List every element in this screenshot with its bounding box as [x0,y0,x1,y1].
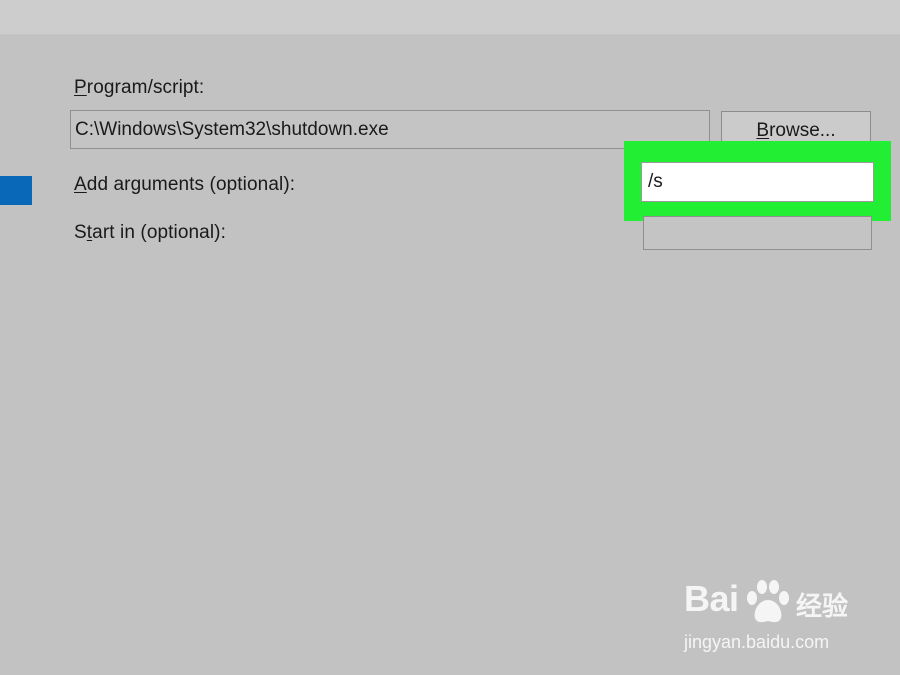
start-label-pre: S [74,222,87,243]
add-arguments-input[interactable]: /s [641,162,874,202]
start-in-label: Start in (optional): [74,222,226,244]
program-label-accelerator: P [74,77,87,98]
start-in-input[interactable] [643,216,872,250]
selected-tab-indicator [0,176,32,205]
baidu-jingyan-watermark: Bai 经验 jingyan.baidu.com [684,578,854,658]
watermark-logo-text: Bai [684,578,739,619]
add-arguments-label: Add arguments (optional): [74,174,295,196]
watermark-chinese-text: 经验 [796,591,849,621]
arguments-label-accelerator: A [74,174,87,195]
start-label-text: art in (optional): [92,222,226,243]
window-top-bar [0,0,900,35]
program-label-text: rogram/script: [86,77,205,98]
paw-icon [747,580,789,623]
watermark-url: jingyan.baidu.com [684,632,830,652]
program-script-input[interactable]: C:\Windows\System32\shutdown.exe [70,110,710,149]
program-script-label: Program/script: [74,77,204,99]
browse-label-accelerator: B [756,120,770,141]
browse-label-text: rowse... [769,120,836,141]
arguments-label-text: dd arguments (optional): [86,174,296,195]
